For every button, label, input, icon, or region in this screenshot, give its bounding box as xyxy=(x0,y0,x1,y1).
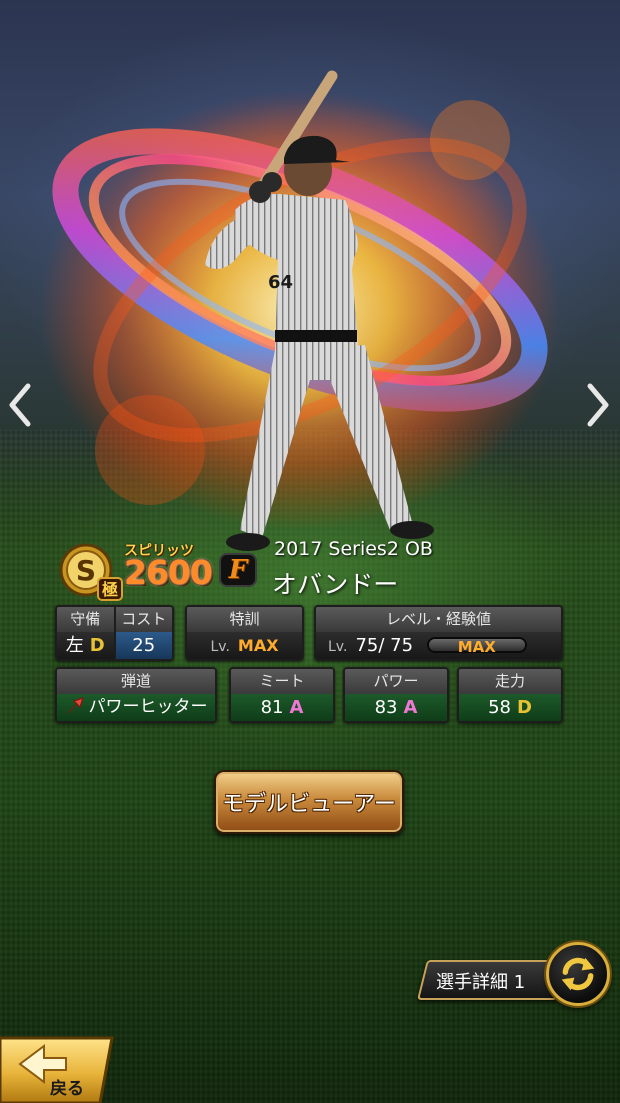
trajectory-arrow-icon xyxy=(67,696,84,713)
power-value-cell: 83 A xyxy=(345,694,447,721)
training-value: MAX xyxy=(237,636,279,655)
position-grade: D xyxy=(89,635,105,656)
player-detail-label[interactable]: 選手詳細 1 xyxy=(436,968,525,994)
power-panel: パワー 83 A xyxy=(343,667,449,723)
cost-header: コスト xyxy=(115,607,172,632)
power-grade: A xyxy=(403,697,418,718)
swap-arrows-icon[interactable] xyxy=(546,942,610,1006)
training-header: 特訓 xyxy=(187,607,302,632)
speed-value: 58 xyxy=(488,697,511,718)
level-header: レベル・経験値 xyxy=(316,607,561,632)
chevron-left-icon[interactable] xyxy=(6,382,36,428)
team-logo-icon: F xyxy=(219,553,257,587)
player-model: 64 xyxy=(205,70,434,551)
contact-value-cell: 81 A xyxy=(231,694,333,721)
speed-panel: 走力 58 D xyxy=(457,667,563,723)
rank-letter: S xyxy=(76,554,96,587)
back-button-label[interactable]: 戻る xyxy=(50,1074,84,1099)
power-header: パワー xyxy=(345,669,447,694)
training-lv-label: Lv. xyxy=(210,639,230,655)
trajectory-value-cell: パワーヒッター xyxy=(57,694,215,721)
trajectory-panel: 弾道 パワーヒッター xyxy=(55,667,217,723)
exp-bar: MAX xyxy=(426,636,527,656)
exp-max-label: MAX xyxy=(457,637,496,656)
speed-value-cell: 58 D xyxy=(459,694,561,721)
model-viewer-button[interactable]: モデルビューアー xyxy=(214,770,404,834)
power-value: 83 xyxy=(374,697,398,718)
cost-value: 25 xyxy=(115,632,172,659)
position-value: 左 xyxy=(65,635,84,656)
level-value: 75/ 75 xyxy=(355,635,414,656)
jersey-number: 64 xyxy=(268,272,293,293)
rank-badge-icon: S 極 xyxy=(59,543,123,601)
trajectory-value: パワーヒッター xyxy=(88,697,208,717)
chevron-right-icon[interactable] xyxy=(582,382,612,428)
contact-value: 81 xyxy=(260,697,284,718)
rank-sub: 極 xyxy=(101,580,118,599)
series-label: 2017 Series2 OB xyxy=(274,538,433,560)
position-header: 守備 xyxy=(57,607,114,632)
contact-panel: ミート 81 A xyxy=(229,667,335,723)
position-cost-panel: 守備 コスト 左D 25 xyxy=(55,605,174,661)
trajectory-header: 弾道 xyxy=(57,669,215,694)
training-panel: 特訓 Lv. MAX xyxy=(185,605,304,661)
training-value-cell: Lv. MAX xyxy=(187,632,302,659)
spirits-value: 2600 xyxy=(124,553,213,592)
player-name: オバンドー xyxy=(272,570,399,599)
level-lv-label: Lv. xyxy=(328,639,348,655)
contact-grade: A xyxy=(289,697,304,718)
speed-grade: D xyxy=(516,697,532,718)
speed-header: 走力 xyxy=(459,669,561,694)
level-exp-panel: レベル・経験値 Lv. 75/ 75 MAX xyxy=(314,605,563,661)
contact-header: ミート xyxy=(231,669,333,694)
level-value-cell: Lv. 75/ 75 MAX xyxy=(316,632,561,659)
position-value-cell: 左D xyxy=(57,632,114,659)
